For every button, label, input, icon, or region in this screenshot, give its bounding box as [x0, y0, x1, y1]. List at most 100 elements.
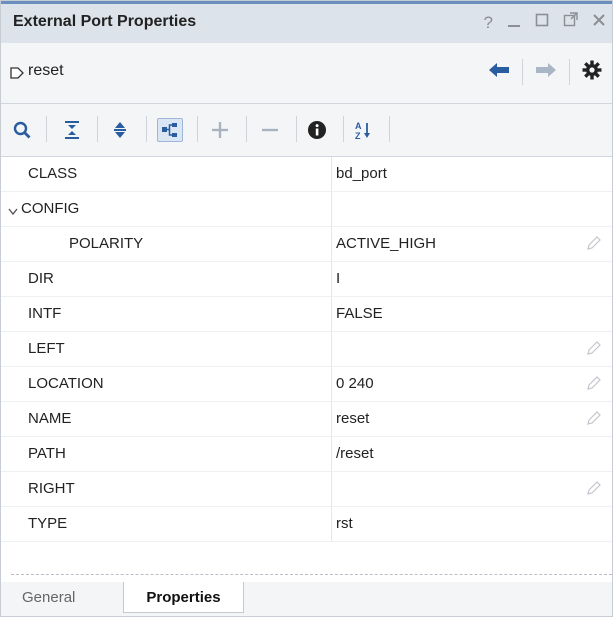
close-icon[interactable]	[592, 12, 606, 33]
hierarchy-button-frame	[157, 118, 183, 142]
hierarchy-icon[interactable]	[155, 104, 185, 156]
object-bar: reset	[1, 43, 612, 104]
add-icon[interactable]	[207, 104, 233, 156]
property-name: TYPE	[28, 515, 68, 532]
property-name: CLASS	[28, 165, 78, 182]
sort-az-icon[interactable]: AZ	[351, 104, 377, 156]
toolbar-separator	[197, 116, 198, 142]
property-name-cell: CLASS	[1, 157, 332, 192]
property-name: NAME	[28, 410, 72, 427]
object-navigation	[488, 59, 602, 85]
property-value: ACTIVE_HIGH	[336, 235, 437, 252]
property-name: POLARITY	[69, 235, 144, 252]
pencil-icon[interactable]	[586, 480, 602, 501]
property-value-cell: /reset	[332, 437, 612, 472]
toolbar-separator	[246, 116, 247, 142]
property-row-right[interactable]: RIGHT	[1, 472, 612, 507]
gear-icon[interactable]	[582, 60, 602, 85]
property-row-location[interactable]: LOCATION 0 240	[1, 367, 612, 402]
property-name: LOCATION	[28, 375, 104, 392]
pencil-icon[interactable]	[586, 235, 602, 256]
divider	[11, 574, 612, 575]
property-value: FALSE	[336, 305, 383, 322]
pencil-icon[interactable]	[586, 375, 602, 396]
pencil-icon[interactable]	[586, 340, 602, 361]
property-name-cell: LOCATION	[1, 367, 332, 402]
property-value-cell	[332, 332, 612, 367]
property-row-dir[interactable]: DIR I	[1, 262, 612, 297]
property-value: /reset	[336, 445, 374, 462]
nav-separator	[569, 59, 570, 85]
minimize-icon[interactable]	[507, 12, 521, 33]
toolbar-separator	[97, 116, 98, 142]
tab-properties[interactable]: Properties	[123, 582, 244, 613]
port-icon	[10, 66, 24, 84]
properties-toolbar: AZ	[1, 104, 612, 157]
property-value: reset	[336, 410, 370, 427]
pencil-icon[interactable]	[586, 410, 602, 431]
property-value-cell: I	[332, 262, 612, 297]
property-value: bd_port	[336, 165, 387, 182]
property-value-cell: 0 240	[332, 367, 612, 402]
property-name-cell: POLARITY	[1, 227, 332, 262]
toolbar-separator	[296, 116, 297, 142]
chevron-down-icon[interactable]	[8, 203, 18, 221]
toolbar-separator	[46, 116, 47, 142]
property-table: CLASS bd_port CONFIG POLARITY ACTIVE_HIG…	[1, 157, 612, 542]
property-name: LEFT	[28, 340, 65, 357]
property-value-cell: bd_port	[332, 157, 612, 192]
property-value: I	[336, 270, 341, 287]
property-name: CONFIG	[21, 200, 80, 217]
svg-text:Z: Z	[355, 131, 361, 140]
external-port-properties-panel: External Port Properties ? reset A Z CLA…	[0, 0, 613, 617]
property-value-cell: FALSE	[332, 297, 612, 332]
expand-all-icon[interactable]	[107, 104, 133, 156]
maximize-icon[interactable]	[535, 12, 549, 33]
window-controls: ?	[484, 12, 606, 33]
property-name-cell: LEFT	[1, 332, 332, 367]
property-row-polarity[interactable]: POLARITY ACTIVE_HIGH	[1, 227, 612, 262]
property-row-name[interactable]: NAME reset	[1, 402, 612, 437]
toolbar-separator	[146, 116, 147, 142]
property-name: PATH	[28, 445, 66, 462]
property-name-cell: TYPE	[1, 507, 332, 542]
property-name-cell: INTF	[1, 297, 332, 332]
property-row-intf[interactable]: INTF FALSE	[1, 297, 612, 332]
property-name-cell: PATH	[1, 437, 332, 472]
tab-general[interactable]: General	[22, 582, 75, 612]
property-value-cell	[332, 472, 612, 507]
remove-icon[interactable]	[257, 104, 283, 156]
bottom-tabs: General Properties	[1, 582, 612, 616]
property-name: RIGHT	[28, 480, 75, 497]
property-name: DIR	[28, 270, 54, 287]
property-row-type[interactable]: TYPE rst	[1, 507, 612, 542]
nav-separator	[522, 59, 523, 85]
help-icon[interactable]: ?	[484, 13, 493, 33]
property-name: INTF	[28, 305, 62, 322]
object-name: reset	[28, 62, 64, 79]
property-name-cell: DIR	[1, 262, 332, 297]
property-row-class[interactable]: CLASS bd_port	[1, 157, 612, 192]
search-icon[interactable]	[9, 104, 35, 156]
panel-title: External Port Properties	[13, 13, 197, 30]
property-name-cell: RIGHT	[1, 472, 332, 507]
float-icon[interactable]	[563, 12, 578, 33]
property-value-cell: ACTIVE_HIGH	[332, 227, 612, 262]
property-row-path[interactable]: PATH /reset	[1, 437, 612, 472]
property-name-cell: CONFIG	[1, 192, 332, 227]
panel-titlebar: External Port Properties ?	[1, 1, 612, 43]
toolbar-separator	[389, 116, 390, 142]
info-icon[interactable]	[304, 104, 330, 156]
forward-arrow-icon[interactable]	[535, 61, 557, 84]
property-group-config[interactable]: CONFIG	[1, 192, 612, 227]
property-value: rst	[336, 515, 353, 532]
svg-text:A: A	[355, 121, 362, 131]
property-name-cell: NAME	[1, 402, 332, 437]
property-value: 0 240	[336, 375, 374, 392]
property-row-left[interactable]: LEFT	[1, 332, 612, 367]
property-value-cell: reset	[332, 402, 612, 437]
back-arrow-icon[interactable]	[488, 61, 510, 84]
property-value-cell: rst	[332, 507, 612, 542]
property-value-cell	[332, 192, 612, 227]
collapse-all-icon[interactable]	[59, 104, 85, 156]
